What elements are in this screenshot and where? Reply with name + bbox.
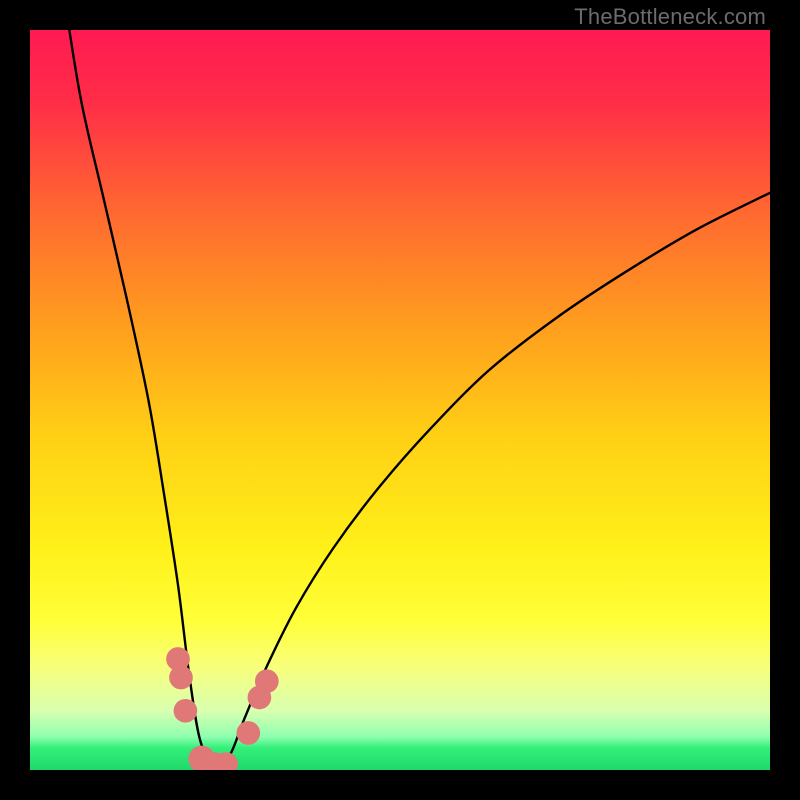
data-marker bbox=[174, 699, 198, 723]
watermark-text: TheBottleneck.com bbox=[574, 4, 766, 30]
data-marker bbox=[255, 669, 279, 693]
data-marker bbox=[236, 721, 260, 745]
plot-area bbox=[30, 30, 770, 770]
data-markers bbox=[166, 647, 278, 770]
curve-layer bbox=[30, 30, 770, 770]
data-marker bbox=[169, 666, 193, 690]
outer-frame: TheBottleneck.com bbox=[0, 0, 800, 800]
